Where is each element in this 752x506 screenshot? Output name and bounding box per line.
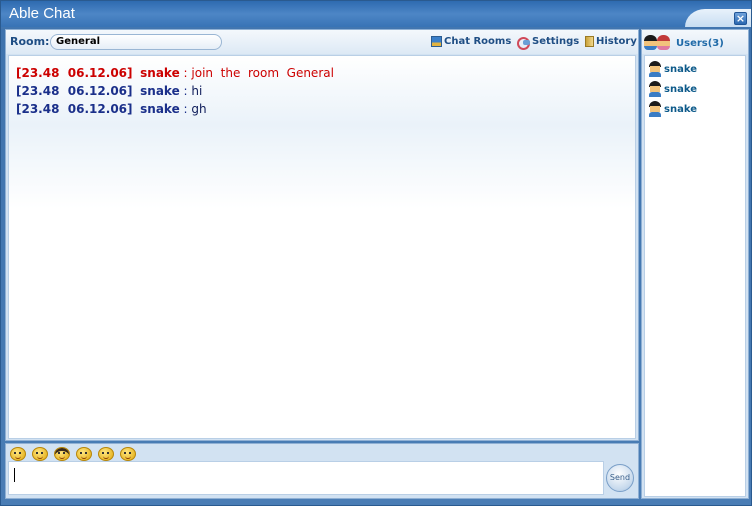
text-caret — [14, 467, 15, 482]
user-name: snake — [664, 63, 697, 75]
message-text: gh — [191, 102, 207, 116]
user-item[interactable]: snake — [645, 99, 745, 119]
chat-rooms-icon — [431, 36, 442, 47]
user-item[interactable]: snake — [645, 79, 745, 99]
message-separator: : — [179, 66, 192, 80]
room-toolbar: Room: General Chat Rooms Settings Histor… — [6, 30, 638, 54]
cool-icon[interactable] — [54, 447, 70, 461]
settings-label: Settings — [532, 36, 580, 47]
history-label: History — [596, 36, 637, 47]
message-log[interactable]: [23.48 06.12.06] snake : join the room G… — [8, 55, 636, 439]
chat-window: Able Chat × Room: General Chat Rooms Set… — [0, 0, 752, 506]
user-avatar-icon — [648, 61, 662, 77]
message-text: join the room General — [191, 66, 334, 80]
chat-rooms-button[interactable]: Chat Rooms — [431, 36, 511, 47]
user-name: snake — [664, 83, 697, 95]
user-avatar-icon — [648, 81, 662, 97]
chat-main-panel: Room: General Chat Rooms Settings Histor… — [5, 29, 639, 441]
message-nick: snake — [140, 66, 180, 80]
message-text: hi — [191, 84, 203, 98]
message-nick: snake — [140, 102, 180, 116]
users-header: Users(3) — [642, 30, 748, 54]
smile-icon[interactable] — [10, 447, 26, 461]
history-button[interactable]: History — [585, 36, 637, 47]
chat-rooms-label: Chat Rooms — [444, 36, 512, 47]
user-avatar-icon — [648, 101, 662, 117]
settings-button[interactable]: Settings — [517, 36, 580, 50]
message-nick: snake — [140, 84, 180, 98]
users-list: snake snake snake — [644, 55, 746, 497]
message-timestamp: [23.48 06.12.06] — [16, 66, 133, 80]
laugh-icon[interactable] — [32, 447, 48, 461]
settings-icon — [517, 36, 530, 50]
user-item[interactable]: snake — [645, 59, 745, 79]
message-line: [23.48 06.12.06] snake : hi — [16, 82, 635, 100]
grin-icon[interactable] — [98, 447, 114, 461]
send-button[interactable]: Send — [606, 464, 634, 492]
history-icon — [585, 36, 594, 47]
users-icon — [644, 35, 674, 51]
room-select[interactable]: General — [50, 34, 222, 50]
window-title: Able Chat — [9, 5, 75, 22]
wink-icon[interactable] — [76, 447, 92, 461]
message-line: [23.48 06.12.06] snake : gh — [16, 100, 635, 118]
input-panel: Send — [5, 443, 639, 499]
user-name: snake — [664, 103, 697, 115]
message-separator: : — [179, 102, 192, 116]
message-input[interactable] — [8, 461, 604, 495]
message-timestamp: [23.48 06.12.06] — [16, 102, 133, 116]
users-title: Users(3) — [676, 38, 724, 49]
users-panel: Users(3) snake snake snake — [641, 29, 749, 499]
emoticon-bar — [10, 447, 136, 461]
message-line: [23.48 06.12.06] snake : join the room G… — [16, 64, 635, 82]
room-label: Room: — [10, 35, 50, 48]
close-icon[interactable]: × — [734, 12, 747, 25]
title-bar: Able Chat × — [1, 1, 751, 27]
message-separator: : — [179, 84, 192, 98]
sad-icon[interactable] — [120, 447, 136, 461]
message-timestamp: [23.48 06.12.06] — [16, 84, 133, 98]
